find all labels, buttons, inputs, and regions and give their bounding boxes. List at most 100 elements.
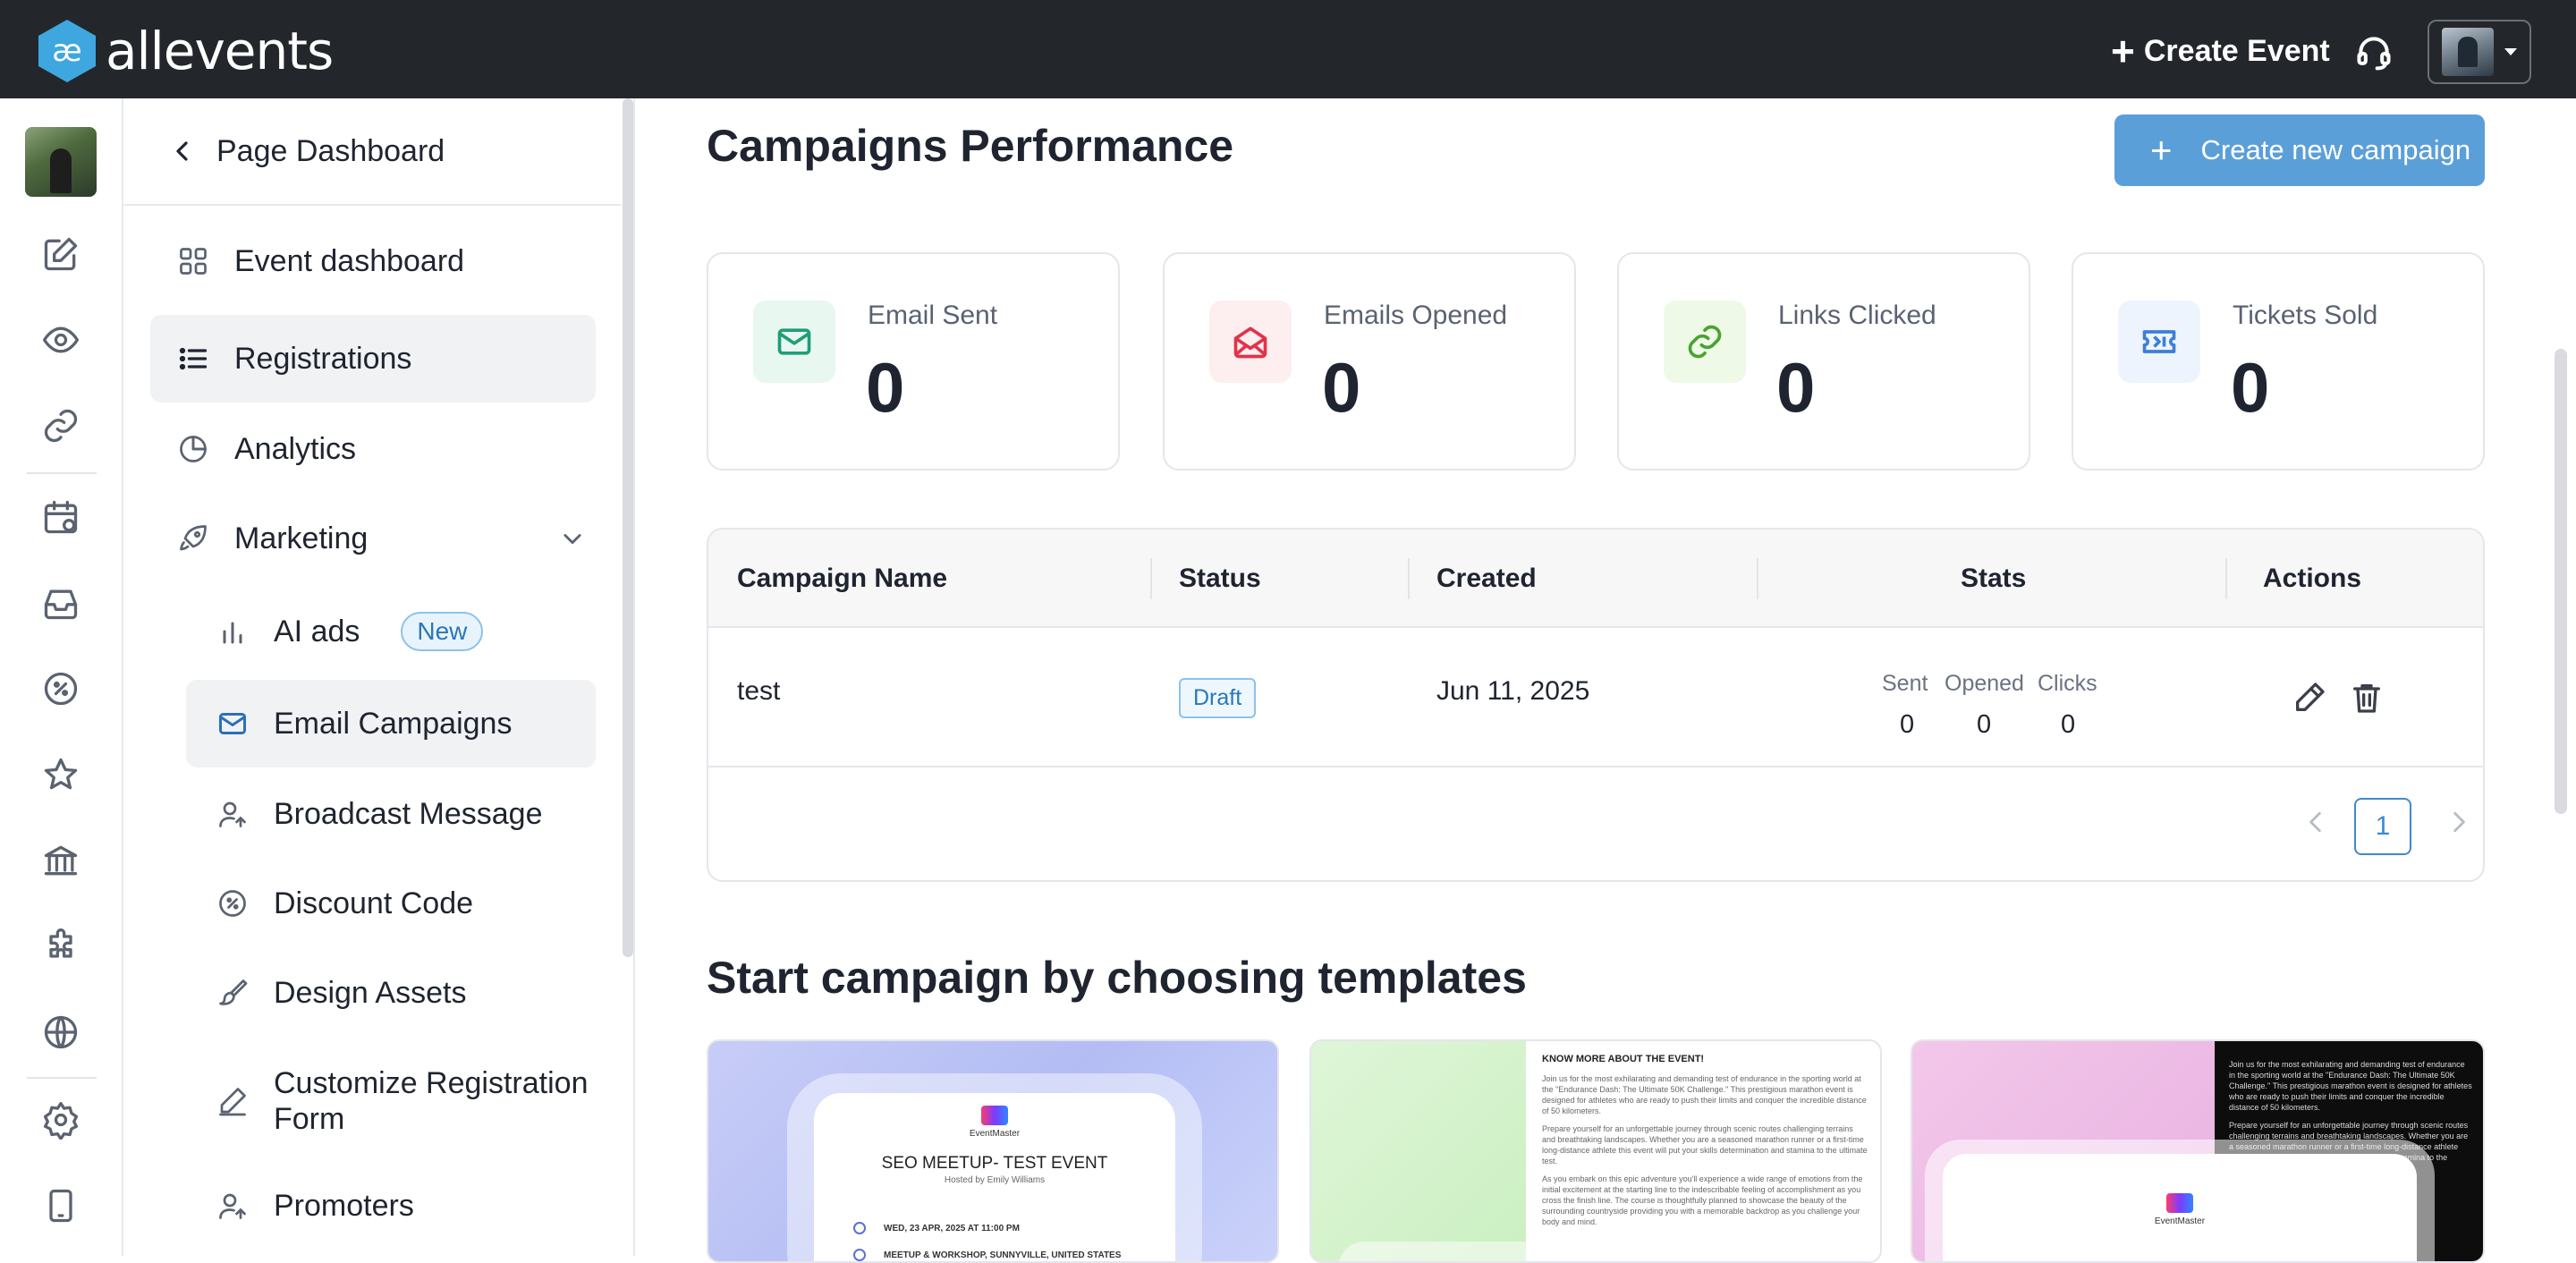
- eventmaster-logo-icon: [981, 1106, 1008, 1125]
- sidebar-item-email-campaigns[interactable]: Email Campaigns: [186, 680, 596, 767]
- headset-support-icon[interactable]: [2354, 32, 2394, 72]
- link-icon[interactable]: [41, 406, 80, 445]
- logo-hexagon-icon: æ: [38, 20, 96, 82]
- sidebar-item-discount-code[interactable]: Discount Code: [186, 860, 612, 946]
- eventmaster-logo-icon: [2166, 1193, 2193, 1213]
- sidebar-item-label: Email Campaigns: [274, 706, 513, 741]
- column-header-actions: Actions: [2263, 564, 2362, 593]
- star-icon[interactable]: [41, 755, 80, 794]
- stat-label: Email Sent: [868, 301, 998, 330]
- campaign-name[interactable]: test: [737, 676, 780, 707]
- brush-icon: [219, 979, 248, 1005]
- column-divider: [1757, 558, 1758, 599]
- main-scrollbar[interactable]: [2555, 349, 2567, 814]
- campaigns-table: Campaign Name Status Created Stats Actio…: [707, 528, 2485, 882]
- create-event-button[interactable]: + Create Event: [2111, 27, 2330, 75]
- rail-divider: [27, 472, 97, 474]
- sidebar-item-label: Marketing: [234, 521, 369, 555]
- templates-section-title: Start campaign by choosing templates: [707, 953, 1527, 1003]
- eye-icon[interactable]: [41, 320, 80, 360]
- column-header-status[interactable]: Status: [1179, 530, 1261, 628]
- sidebar-item-event-dashboard[interactable]: Event dashboard: [150, 218, 612, 304]
- sidebar-item-label: Event dashboard: [234, 243, 465, 278]
- sidebar-scrollbar[interactable]: [623, 98, 633, 957]
- sidebar-item-ai-ads[interactable]: AI ads New: [186, 589, 612, 674]
- template-preview: KNOW MORE ABOUT THE EVENT! Join us for t…: [1526, 1041, 1880, 1261]
- stat-card-emails-opened: Emails Opened 0: [1163, 252, 1576, 470]
- trash-icon[interactable]: [2349, 680, 2385, 716]
- page-avatar[interactable]: [25, 127, 97, 197]
- sidebar-item-label: Customize Registration Form: [274, 1066, 589, 1136]
- list-icon: [179, 347, 208, 370]
- sidebar-item-analytics[interactable]: Analytics: [150, 406, 612, 492]
- sidebar-item-label: Promoters: [274, 1188, 414, 1223]
- sidebar-item-promoters[interactable]: Promoters: [186, 1163, 612, 1249]
- column-divider: [1408, 558, 1410, 599]
- user-upload-icon: [219, 801, 246, 827]
- sidebar-item-design-assets[interactable]: Design Assets: [186, 950, 612, 1036]
- template-brand: EventMaster: [969, 1129, 1021, 1139]
- template-card[interactable]: KNOW MORE ABOUT THE EVENT! Join us for t…: [1309, 1039, 1882, 1263]
- sidebar-item-label: AI ads: [274, 614, 360, 648]
- bank-icon[interactable]: [41, 841, 80, 880]
- table-row[interactable]: test Draft Jun 11, 2025 Sent Opened Clic…: [708, 628, 2483, 767]
- edit-pencil-icon[interactable]: [2292, 680, 2327, 716]
- ticket-icon: [2118, 301, 2200, 383]
- chevron-left-icon: [176, 141, 188, 161]
- sidebar-item-label: Registrations: [234, 341, 412, 376]
- mobile-icon[interactable]: [41, 1186, 80, 1225]
- pagination-prev-icon[interactable]: [2304, 807, 2327, 837]
- status-badge: Draft: [1179, 678, 1257, 718]
- sidebar-item-broadcast-message[interactable]: Broadcast Message: [186, 771, 612, 857]
- column-header-campaign-name[interactable]: Campaign Name: [737, 530, 947, 628]
- back-to-page-dashboard[interactable]: Page Dashboard: [123, 98, 621, 206]
- template-host: Hosted by Emily Williams: [944, 1175, 1046, 1185]
- template-brand: EventMaster: [2154, 1216, 2206, 1226]
- new-badge: New: [401, 612, 484, 651]
- column-header-stats: Stats: [1961, 564, 2027, 593]
- sidebar-item-label: Broadcast Message: [274, 796, 543, 831]
- template-card[interactable]: Join us for the most exhilarating and de…: [1911, 1039, 2485, 1263]
- sidebar-item-marketing[interactable]: Marketing: [150, 496, 612, 581]
- plus-icon: +: [2111, 28, 2135, 74]
- settings-icon[interactable]: [41, 1100, 80, 1140]
- template-title: SEO MEETUP- TEST EVENT: [881, 1154, 1108, 1173]
- create-new-campaign-button[interactable]: + Create new campaign: [2114, 114, 2485, 186]
- sidebar-item-registrations[interactable]: Registrations: [150, 315, 596, 403]
- stat-value: 0: [1322, 348, 1361, 427]
- puzzle-icon[interactable]: [41, 927, 80, 966]
- stat-label: Links Clicked: [1778, 301, 1936, 330]
- clock-icon: [853, 1222, 866, 1234]
- template-preview: EventMaster SEO MEETUP- TEST EVENT Hoste…: [814, 1093, 1175, 1261]
- page-title: Campaigns Performance: [707, 121, 1234, 171]
- create-new-campaign-label: Create new campaign: [2200, 134, 2471, 165]
- link-icon: [1664, 301, 1746, 383]
- plus-icon: +: [2150, 129, 2173, 171]
- sidebar-item-label: Discount Code: [274, 886, 474, 920]
- edit-icon[interactable]: [41, 234, 80, 274]
- pagination-page-button[interactable]: 1: [2354, 798, 2411, 855]
- inbox-icon[interactable]: [41, 583, 80, 623]
- stat-label: Tickets Sold: [2233, 301, 2378, 330]
- svg-text:æ: æ: [52, 33, 81, 69]
- column-divider: [1150, 558, 1152, 599]
- user-menu-button[interactable]: [2428, 20, 2531, 84]
- discount-icon[interactable]: [41, 669, 80, 708]
- template-paragraph: Join us for the most exhilarating and de…: [2229, 1060, 2472, 1112]
- user-upload-icon: [219, 1193, 246, 1219]
- pagination-next-icon[interactable]: [2447, 807, 2470, 837]
- location-icon: [853, 1249, 866, 1261]
- sidebar-item-customize-registration-form[interactable]: Customize Registration Form: [186, 1052, 612, 1150]
- template-heading: KNOW MORE ABOUT THE EVENT!: [1542, 1054, 1705, 1064]
- calendar-icon[interactable]: [41, 497, 80, 537]
- globe-icon[interactable]: [41, 1013, 80, 1052]
- template-paragraph: As you embark on this epic adventure you…: [1542, 1174, 1863, 1226]
- mail-icon: [753, 301, 835, 383]
- template-card[interactable]: EventMaster SEO MEETUP- TEST EVENT Hoste…: [707, 1039, 1279, 1263]
- column-header-created[interactable]: Created: [1436, 530, 1537, 628]
- stat-card-tickets-sold: Tickets Sold 0: [2072, 252, 2485, 470]
- pen-icon: [219, 1088, 246, 1116]
- bar-chart-icon: [223, 622, 242, 644]
- sidebar-item-label: Analytics: [234, 431, 357, 466]
- allevents-logo[interactable]: æ allevents: [36, 18, 334, 84]
